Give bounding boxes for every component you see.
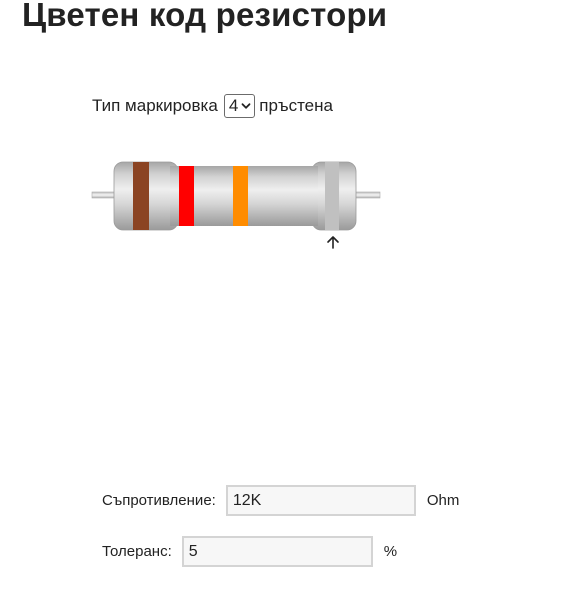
band-2[interactable] [179,166,194,226]
marking-type-label: Тип маркировка [92,96,218,115]
tolerance-unit: % [383,543,398,560]
band-1[interactable] [133,162,149,230]
resistance-label: Съпротивление: [102,492,216,509]
tolerance-label: Толеранс: [102,543,172,560]
resistance-input[interactable] [225,485,416,516]
band-3[interactable] [233,166,248,226]
arrow-up-icon [327,236,339,249]
resistor-diagram [91,161,381,249]
band-count-select[interactable]: 4 [223,94,256,118]
resistance-unit: Ohm [426,492,460,509]
resistance-row: Съпротивление: Ohm [102,485,459,516]
chevron-down-icon [241,103,251,109]
marking-type-row: Тип маркировка 4 пръстена [92,94,333,118]
marking-rings-label: пръстена [259,96,333,115]
band-count-value: 4 [228,96,239,115]
page-title: Цветен код резистори [22,0,388,33]
tolerance-row: Толеранс: % [102,536,397,567]
tolerance-input[interactable] [181,536,373,567]
resistor-color-code-page: Цветен код резистори Тип маркировка 4 пр… [0,0,566,610]
tolerance-band[interactable] [325,162,339,230]
